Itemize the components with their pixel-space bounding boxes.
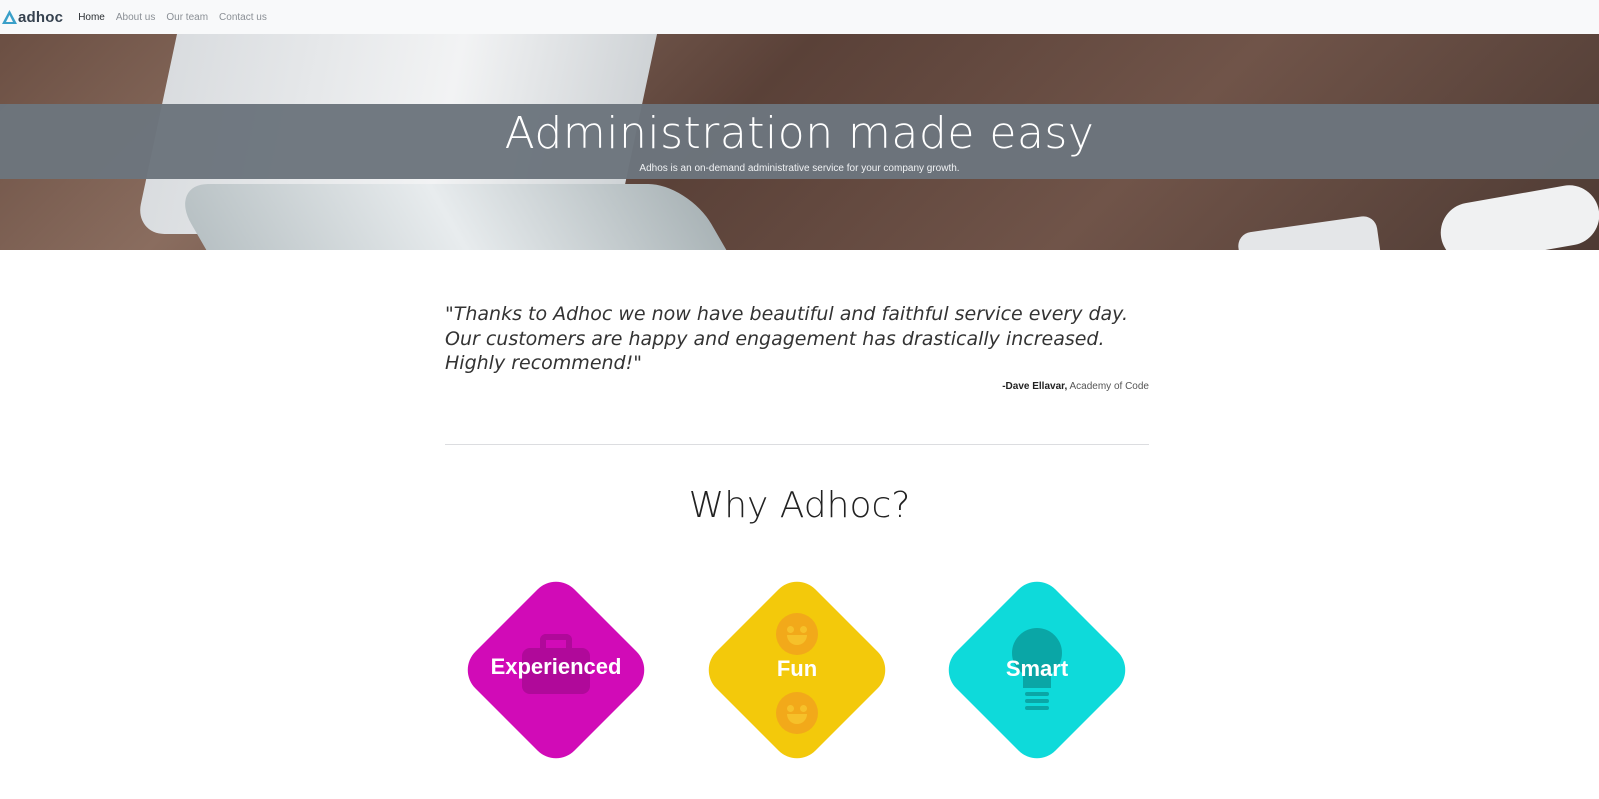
hero-subtitle: Adhos is an on-demand administrative ser… bbox=[639, 163, 960, 174]
navbar: adhoc Home About us Our team Contact us bbox=[0, 0, 1599, 34]
nav-contact-link[interactable]: Contact us bbox=[219, 12, 267, 23]
feature-tile-smart: Smart bbox=[938, 571, 1136, 769]
smiley-icon bbox=[776, 613, 818, 655]
feature-label: Experienced bbox=[490, 654, 622, 679]
testimonial-author: -Dave Ellavar, bbox=[1002, 381, 1068, 392]
feature-label: Fun bbox=[776, 656, 818, 681]
adhoc-logo-icon bbox=[2, 10, 17, 24]
hero-banner: Administration made easy Adhos is an on-… bbox=[0, 34, 1599, 250]
hero-keyboard-image bbox=[1236, 214, 1384, 250]
feature-label: Smart bbox=[1005, 656, 1069, 681]
testimonial-quote: "Thanks to Adhoc we now have beautiful a… bbox=[445, 303, 1128, 374]
feature-tile-fun: Fun bbox=[698, 571, 896, 769]
testimonial-organization: Academy of Code bbox=[1069, 381, 1150, 392]
testimonial-attribution: -Dave Ellavar, Academy of Code bbox=[445, 381, 1149, 392]
hero-mouse-image bbox=[1436, 180, 1599, 250]
feature-tile-experienced: Experienced bbox=[457, 571, 655, 769]
hero-stand-image bbox=[168, 184, 752, 250]
smiley-icon bbox=[776, 692, 818, 734]
hero-title: Administration made easy bbox=[504, 108, 1095, 159]
nav-team-link[interactable]: Our team bbox=[166, 12, 208, 23]
nav-home-link[interactable]: Home bbox=[78, 12, 105, 23]
nav-about-link[interactable]: About us bbox=[116, 12, 155, 23]
nav-links: Home About us Our team Contact us bbox=[78, 12, 278, 23]
section-divider bbox=[445, 444, 1149, 445]
why-heading: Why Adhoc? bbox=[688, 485, 911, 526]
brand-name: adhoc bbox=[18, 8, 64, 26]
brand[interactable]: adhoc bbox=[2, 0, 63, 34]
